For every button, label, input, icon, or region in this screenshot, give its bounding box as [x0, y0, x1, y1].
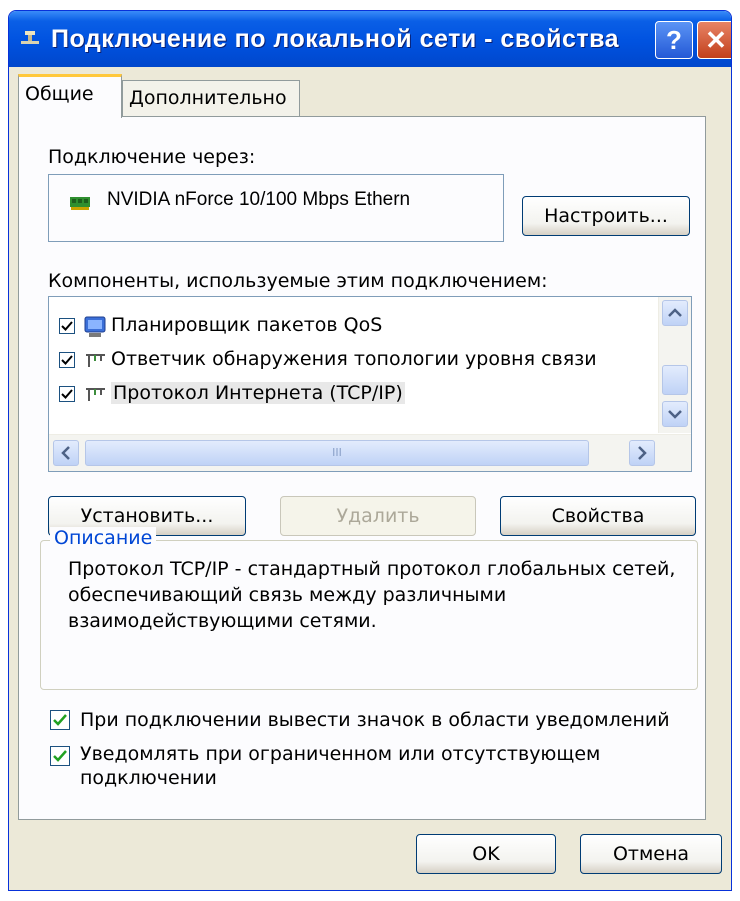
- checkmark-icon: [53, 750, 67, 762]
- configure-button[interactable]: Настроить...: [522, 196, 690, 236]
- tab-advanced[interactable]: Дополнительно: [122, 80, 300, 118]
- chevron-right-icon: [638, 446, 647, 460]
- scroll-thumb[interactable]: [662, 365, 688, 395]
- notify-limited-checkbox[interactable]: [50, 746, 70, 766]
- component-label: Планировщик пакетов QoS: [111, 314, 383, 336]
- checkmark-icon: [61, 389, 73, 399]
- description-title: Описание: [50, 527, 157, 549]
- component-label: Ответчик обнаружения топологии уровня св…: [111, 348, 597, 370]
- scroll-left-button[interactable]: [53, 440, 79, 466]
- network-connection-icon: [21, 31, 39, 44]
- tab-general[interactable]: Общие: [18, 74, 122, 118]
- network-card-icon: [70, 197, 90, 210]
- network-protocol-icon: [86, 354, 105, 367]
- checkmark-icon: [61, 355, 73, 365]
- title-bar[interactable]: Подключение по локальной сети - свойства…: [9, 11, 731, 67]
- ok-button[interactable]: OK: [416, 834, 556, 874]
- adapter-name: NVIDIA nForce 10/100 Mbps Ethern: [107, 189, 411, 210]
- scroll-up-button[interactable]: [662, 300, 688, 326]
- connect-via-label: Подключение через:: [48, 146, 256, 168]
- component-label: Протокол Интернета (TCP/IP): [111, 382, 405, 404]
- components-label: Компоненты, используемые этим подключени…: [48, 270, 548, 292]
- component-checkbox[interactable]: [59, 318, 75, 334]
- component-checkbox[interactable]: [59, 352, 75, 368]
- show-icon-label[interactable]: При подключении вывести значок в области…: [80, 708, 690, 732]
- qos-scheduler-icon: [84, 316, 106, 337]
- component-checkbox[interactable]: [59, 386, 75, 402]
- scroll-thumb-horizontal[interactable]: III: [85, 440, 589, 466]
- checkmark-icon: [53, 714, 67, 726]
- scroll-down-button[interactable]: [662, 401, 688, 427]
- notify-limited-label[interactable]: Уведомлять при ограниченном или отсутств…: [80, 742, 680, 790]
- description-text: Протокол TCP/IP - стандартный протокол г…: [68, 558, 676, 632]
- cancel-button[interactable]: Отмена: [580, 834, 722, 874]
- chevron-down-icon: [668, 410, 682, 419]
- properties-button[interactable]: Свойства: [500, 496, 696, 536]
- scroll-right-button[interactable]: [629, 440, 655, 466]
- chevron-left-icon: [61, 446, 70, 460]
- checkmark-icon: [61, 321, 73, 331]
- window-title: Подключение по локальной сети - свойства: [51, 25, 620, 53]
- network-protocol-icon: [86, 388, 105, 401]
- chevron-up-icon: [668, 308, 682, 317]
- adapter-field: NVIDIA nForce 10/100 Mbps Ethern: [48, 174, 504, 242]
- remove-button: Удалить: [280, 496, 476, 536]
- vertical-scrollbar[interactable]: [658, 297, 691, 433]
- help-button[interactable]: ?: [655, 21, 693, 59]
- components-list[interactable]: Планировщик пакетов QoS Ответчик обнаруж…: [48, 296, 692, 472]
- show-icon-checkbox[interactable]: [50, 710, 70, 730]
- horizontal-scrollbar[interactable]: III: [49, 434, 691, 471]
- close-button[interactable]: ✕: [697, 21, 731, 59]
